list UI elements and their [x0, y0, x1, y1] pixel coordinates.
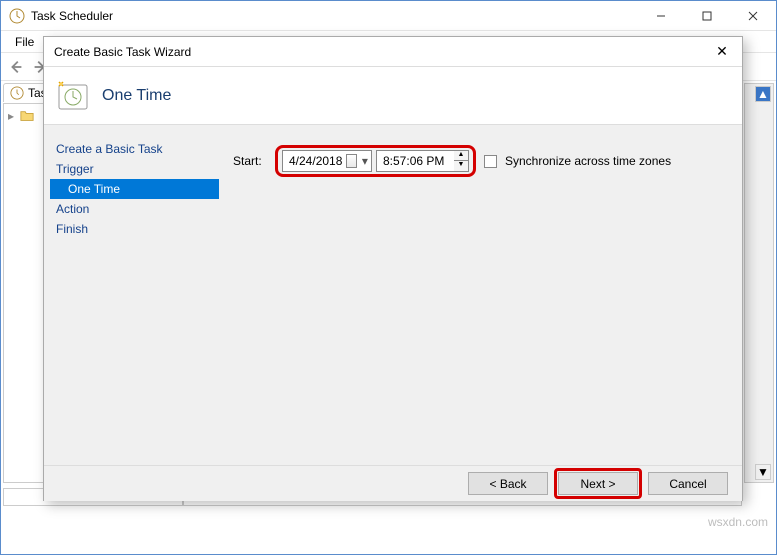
menu-file[interactable]: File: [7, 33, 42, 51]
wizard-header: One Time: [44, 67, 742, 125]
sync-timezone-checkbox[interactable]: [484, 155, 497, 168]
cancel-button[interactable]: Cancel: [648, 472, 728, 495]
task-scheduler-window: Task Scheduler File Tas ▸ ▲ ▼ ▶: [0, 0, 777, 555]
window-controls: [638, 1, 776, 30]
spin-up-icon[interactable]: ▲: [454, 151, 468, 161]
nav-back-button[interactable]: [5, 56, 27, 78]
wizard-heading: One Time: [102, 87, 171, 105]
expand-icon[interactable]: ▸: [8, 109, 18, 123]
folder-icon: [20, 109, 34, 123]
wizard-nav: Create a Basic Task Trigger One Time Act…: [44, 125, 219, 465]
back-button[interactable]: < Back: [468, 472, 548, 495]
wizard-close-button[interactable]: ✕: [712, 43, 732, 60]
actions-pane: ▲ ▼: [744, 83, 774, 483]
maximize-button[interactable]: [684, 1, 730, 30]
wizard-titlebar: Create Basic Task Wizard ✕: [44, 37, 742, 67]
next-button[interactable]: Next >: [558, 472, 638, 495]
nav-trigger[interactable]: Trigger: [50, 159, 219, 179]
wizard-body: Create a Basic Task Trigger One Time Act…: [44, 125, 742, 465]
wizard-title: Create Basic Task Wizard: [54, 45, 712, 59]
start-row: Start: 4/24/2018 ▾ 8:57:06 PM: [233, 145, 728, 177]
next-button-highlight: Next >: [554, 468, 642, 499]
app-icon: [9, 8, 25, 24]
start-time-value: 8:57:06 PM: [383, 154, 444, 168]
close-button[interactable]: [730, 1, 776, 30]
spin-down-icon[interactable]: ▼: [454, 161, 468, 171]
watermark: wsxdn.com: [708, 515, 768, 529]
nav-one-time[interactable]: One Time: [50, 179, 219, 199]
wizard-header-icon: [56, 79, 90, 113]
clock-icon: [10, 86, 24, 100]
start-time-picker[interactable]: 8:57:06 PM ▲ ▼: [376, 150, 469, 172]
wizard-footer: < Back Next > Cancel: [44, 465, 742, 501]
date-dropdown-icon[interactable]: ▾: [361, 154, 369, 168]
nav-finish[interactable]: Finish: [50, 219, 219, 239]
main-titlebar: Task Scheduler: [1, 1, 776, 31]
sync-timezone-label: Synchronize across time zones: [505, 154, 671, 168]
start-label: Start:: [233, 154, 267, 168]
create-basic-task-wizard: Create Basic Task Wizard ✕ One Time Crea…: [43, 36, 743, 501]
actions-scroll-button[interactable]: ▲: [755, 86, 771, 102]
time-spinner[interactable]: ▲ ▼: [454, 150, 469, 172]
start-date-picker[interactable]: 4/24/2018 ▾: [282, 150, 372, 172]
nav-create-basic-task[interactable]: Create a Basic Task: [50, 139, 219, 159]
actions-scroll-down[interactable]: ▼: [755, 464, 771, 480]
datetime-highlight: 4/24/2018 ▾ 8:57:06 PM ▲ ▼: [275, 145, 476, 177]
minimize-button[interactable]: [638, 1, 684, 30]
wizard-content: Start: 4/24/2018 ▾ 8:57:06 PM: [219, 125, 742, 465]
main-title: Task Scheduler: [31, 9, 638, 23]
calendar-icon: [346, 154, 356, 168]
start-date-value: 4/24/2018: [289, 154, 342, 168]
nav-action[interactable]: Action: [50, 199, 219, 219]
